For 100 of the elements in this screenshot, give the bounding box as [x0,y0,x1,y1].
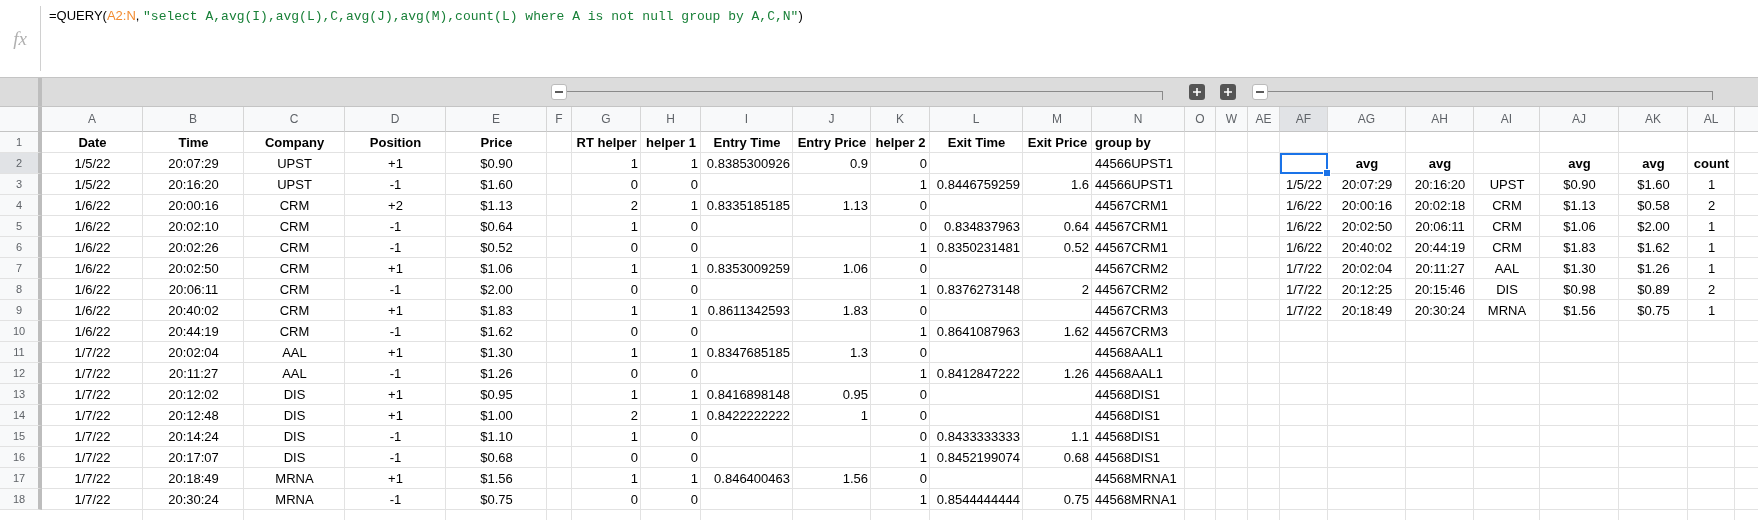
column-header[interactable]: E [446,107,547,132]
row-number[interactable]: 9 [0,300,42,321]
table-cell-text: 1.3 [848,344,869,362]
column-header[interactable]: H [641,107,701,132]
column-header[interactable]: AF [1280,107,1328,132]
table-cell-text: 1/6/22 [1284,218,1324,236]
column-header[interactable]: AG [1328,107,1406,132]
table-cell-text: Date [77,134,108,152]
column-header[interactable]: F [547,107,572,132]
column-header[interactable]: AL [1688,107,1735,132]
table-cell-text: CRM [278,260,311,278]
column-header[interactable]: N [1092,107,1185,132]
table-cell-text: $0.90 [479,155,514,173]
column-header[interactable]: C [244,107,345,132]
row-number[interactable]: 7 [0,258,42,279]
column-header[interactable]: AJ [1540,107,1619,132]
table-cell-text: UPST [276,176,313,194]
table-cell-text: 1 [629,470,639,488]
table-cell-text: 0.75 [1062,491,1090,509]
table-cell-text: $0.64 [479,218,514,236]
table-cell-text: 44567CRM1 [1094,239,1169,257]
row-number[interactable]: 2 [0,153,42,174]
column-header[interactable]: AI [1474,107,1540,132]
row-number[interactable]: 10 [0,321,42,342]
fill-handle[interactable] [1323,169,1331,177]
row-number[interactable]: 17 [0,468,42,489]
table-cell-text: 0 [689,428,699,446]
table-cell-text: $0.68 [479,449,514,467]
row-number[interactable]: 8 [0,279,42,300]
table-cell-text: 20:02:50 [1340,218,1394,236]
table-cell-text: CRM [1491,197,1523,215]
table-cell-text: +1 [387,302,404,320]
table-cell-text: 1 [918,239,928,257]
column-header[interactable]: K [871,107,930,132]
table-cell-text: $1.06 [1562,218,1597,236]
column-header[interactable]: L [930,107,1023,132]
table-cell-text: Exit Price [1026,134,1089,152]
row-number[interactable]: 1 [0,132,42,153]
table-cell-text: group by [1094,134,1152,152]
column-header[interactable]: O [1185,107,1216,132]
column-header[interactable]: D [345,107,446,132]
table-cell-text: 0.8385300926 [705,155,791,173]
table-cell-text: 1/6/22 [73,239,112,257]
row-number[interactable]: 5 [0,216,42,237]
table-cell-text: 0 [689,281,699,299]
table-cell-text: 44567CRM1 [1094,218,1169,236]
table-cell-text: +1 [387,407,404,425]
table-cell-text: -1 [388,218,403,236]
expand-group-button[interactable] [1189,84,1205,100]
row-number[interactable]: 14 [0,405,42,426]
table-cell-text: 44568AAL1 [1094,344,1164,362]
table-cell-text: 20:12:25 [1340,281,1394,299]
row-number[interactable]: 16 [0,447,42,468]
table-cell-text: 1/7/22 [73,491,112,509]
table-cell-text: RT helper [575,134,638,152]
column-header[interactable]: M [1023,107,1092,132]
column-header[interactable]: G [572,107,641,132]
row-number[interactable]: 3 [0,174,42,195]
table-cell-text: 1.1 [1069,428,1090,446]
row-number[interactable]: 6 [0,237,42,258]
table-cell-text: 1 [629,302,639,320]
table-cell-text: CRM [278,302,311,320]
collapse-group-button[interactable] [1252,84,1268,100]
row-number[interactable]: 12 [0,363,42,384]
collapse-group-button[interactable] [551,84,567,100]
table-cell-text: count [1692,155,1731,173]
row-number[interactable]: 11 [0,342,42,363]
column-header[interactable]: A [42,107,143,132]
column-header[interactable]: AK [1619,107,1688,132]
table-cell-text: $1.56 [479,470,514,488]
table-cell-text: 0.64 [1062,218,1090,236]
expand-group-button[interactable] [1220,84,1236,100]
row-number[interactable]: 4 [0,195,42,216]
column-header[interactable]: W [1216,107,1248,132]
row-number[interactable]: 18 [0,489,42,510]
table-cell-text: 0 [918,155,928,173]
table-cell-text: 0.8446759259 [935,176,1021,194]
active-cell[interactable] [1280,153,1328,174]
row-number[interactable]: 15 [0,426,42,447]
table-cell-text: 1 [1706,260,1717,278]
column-header[interactable]: B [143,107,244,132]
table-cell-text: 44568DIS1 [1094,407,1162,425]
table-cell-text: $1.10 [479,428,514,446]
table-cell-text: 1 [1706,239,1717,257]
column-header[interactable]: J [793,107,871,132]
row-number[interactable]: 13 [0,384,42,405]
table-cell-text: 1 [918,491,928,509]
table-cell-text: 1/7/22 [73,365,112,383]
table-cell-text: 20:14:24 [167,428,220,446]
column-header[interactable]: AE [1248,107,1280,132]
column-header[interactable]: I [701,107,793,132]
table-cell-text: 1/7/22 [1284,260,1324,278]
table-cell-text: $0.75 [479,491,514,509]
table-cell-text: $1.13 [1562,197,1597,215]
table-cell-text: 1/6/22 [1284,239,1324,257]
table-cell-text: CRM [278,197,311,215]
table-cell-text: 20:30:24 [167,491,220,509]
table-cell-text: 20:18:49 [167,470,220,488]
column-header[interactable]: AH [1406,107,1474,132]
formula-text[interactable]: =QUERY(A2:N, "select A,avg(I),avg(L),C,avg(J),avg(M),count(L) where A is not null group by A,C,N") [41,0,811,34]
